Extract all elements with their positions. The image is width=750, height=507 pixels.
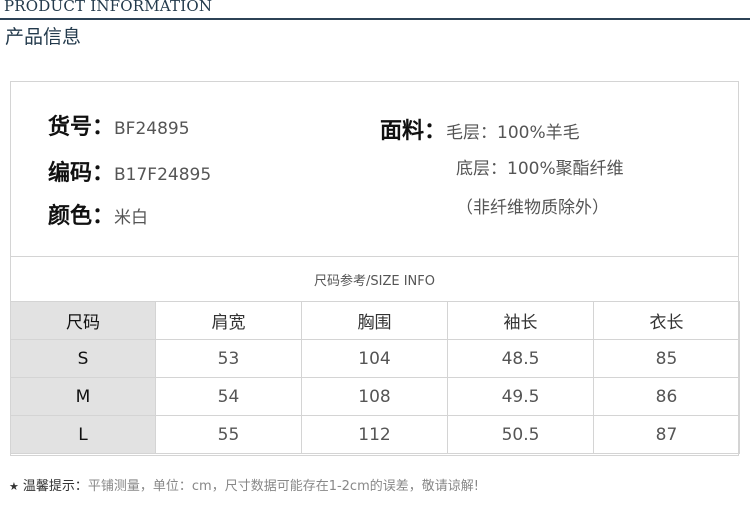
note-text: 平铺测量，单位：cm，尺寸数据可能存在1-2cm的误差，敬请谅解! [87, 479, 479, 494]
code-row: 编码：B17F24895 [48, 155, 211, 187]
table-row: M 54 108 49.5 86 [10, 377, 740, 416]
size-label-cell: S [10, 339, 156, 378]
size-table-header-row: 尺码 肩宽 胸围 袖长 衣长 [10, 301, 740, 340]
header-title-en: PRODUCT INFORMATION [4, 0, 213, 15]
size-value-cell: 49.5 [447, 377, 594, 416]
size-header-cell: 衣长 [593, 301, 740, 340]
size-header-cell: 肩宽 [155, 301, 302, 340]
size-value-cell: 55 [155, 415, 302, 454]
color-row: 颜色：米白 [48, 198, 148, 230]
header-title-cn: 产品信息 [5, 26, 82, 48]
size-label-cell: M [10, 377, 156, 416]
header-divider [0, 18, 750, 20]
star-icon: ★ [9, 480, 19, 493]
size-header-cell: 胸围 [301, 301, 448, 340]
size-value-cell: 50.5 [447, 415, 594, 454]
size-table: 尺码 肩宽 胸围 袖长 衣长 S 53 104 48.5 85 M 54 108… [10, 301, 740, 454]
size-info-caption: 尺码参考/SIZE INFO [314, 274, 435, 289]
code-value: B17F24895 [114, 165, 212, 185]
item-no-row: 货号：BF24895 [48, 109, 190, 141]
size-section-divider [11, 256, 738, 257]
size-value-cell: 112 [301, 415, 448, 454]
color-value: 米白 [114, 208, 149, 228]
table-row: L 55 112 50.5 87 [10, 415, 740, 454]
size-value-cell: 86 [593, 377, 740, 416]
size-value-cell: 104 [301, 339, 448, 378]
color-label: 颜色： [48, 204, 115, 229]
size-value-cell: 54 [155, 377, 302, 416]
note-label: 温馨提示： [22, 479, 88, 494]
item-no-label: 货号： [48, 115, 115, 140]
code-label: 编码： [48, 161, 115, 186]
size-value-cell: 48.5 [447, 339, 594, 378]
size-value-cell: 87 [593, 415, 740, 454]
fabric-line-note: （非纤维物质除外） [456, 198, 609, 218]
measurement-note: ★ 温馨提示：平铺测量，单位：cm，尺寸数据可能存在1-2cm的误差，敬请谅解! [9, 475, 479, 494]
size-value-cell: 85 [593, 339, 740, 378]
size-label-cell: L [10, 415, 156, 454]
fabric-line-inner: 底层：100%聚酯纤维 [456, 159, 624, 179]
size-value-cell: 53 [155, 339, 302, 378]
product-info-panel: 货号：BF24895 编码：B17F24895 颜色：米白 面料：毛层：100%… [10, 81, 740, 456]
size-header-cell: 尺码 [10, 301, 156, 340]
table-row: S 53 104 48.5 85 [10, 339, 740, 378]
item-no-value: BF24895 [114, 119, 190, 139]
size-header-cell: 袖长 [447, 301, 594, 340]
fabric-line-outer: 毛层：100%羊毛 [446, 123, 580, 143]
fabric-label: 面料： [380, 119, 447, 144]
fabric-row: 面料：毛层：100%羊毛 [380, 113, 580, 145]
size-value-cell: 108 [301, 377, 448, 416]
